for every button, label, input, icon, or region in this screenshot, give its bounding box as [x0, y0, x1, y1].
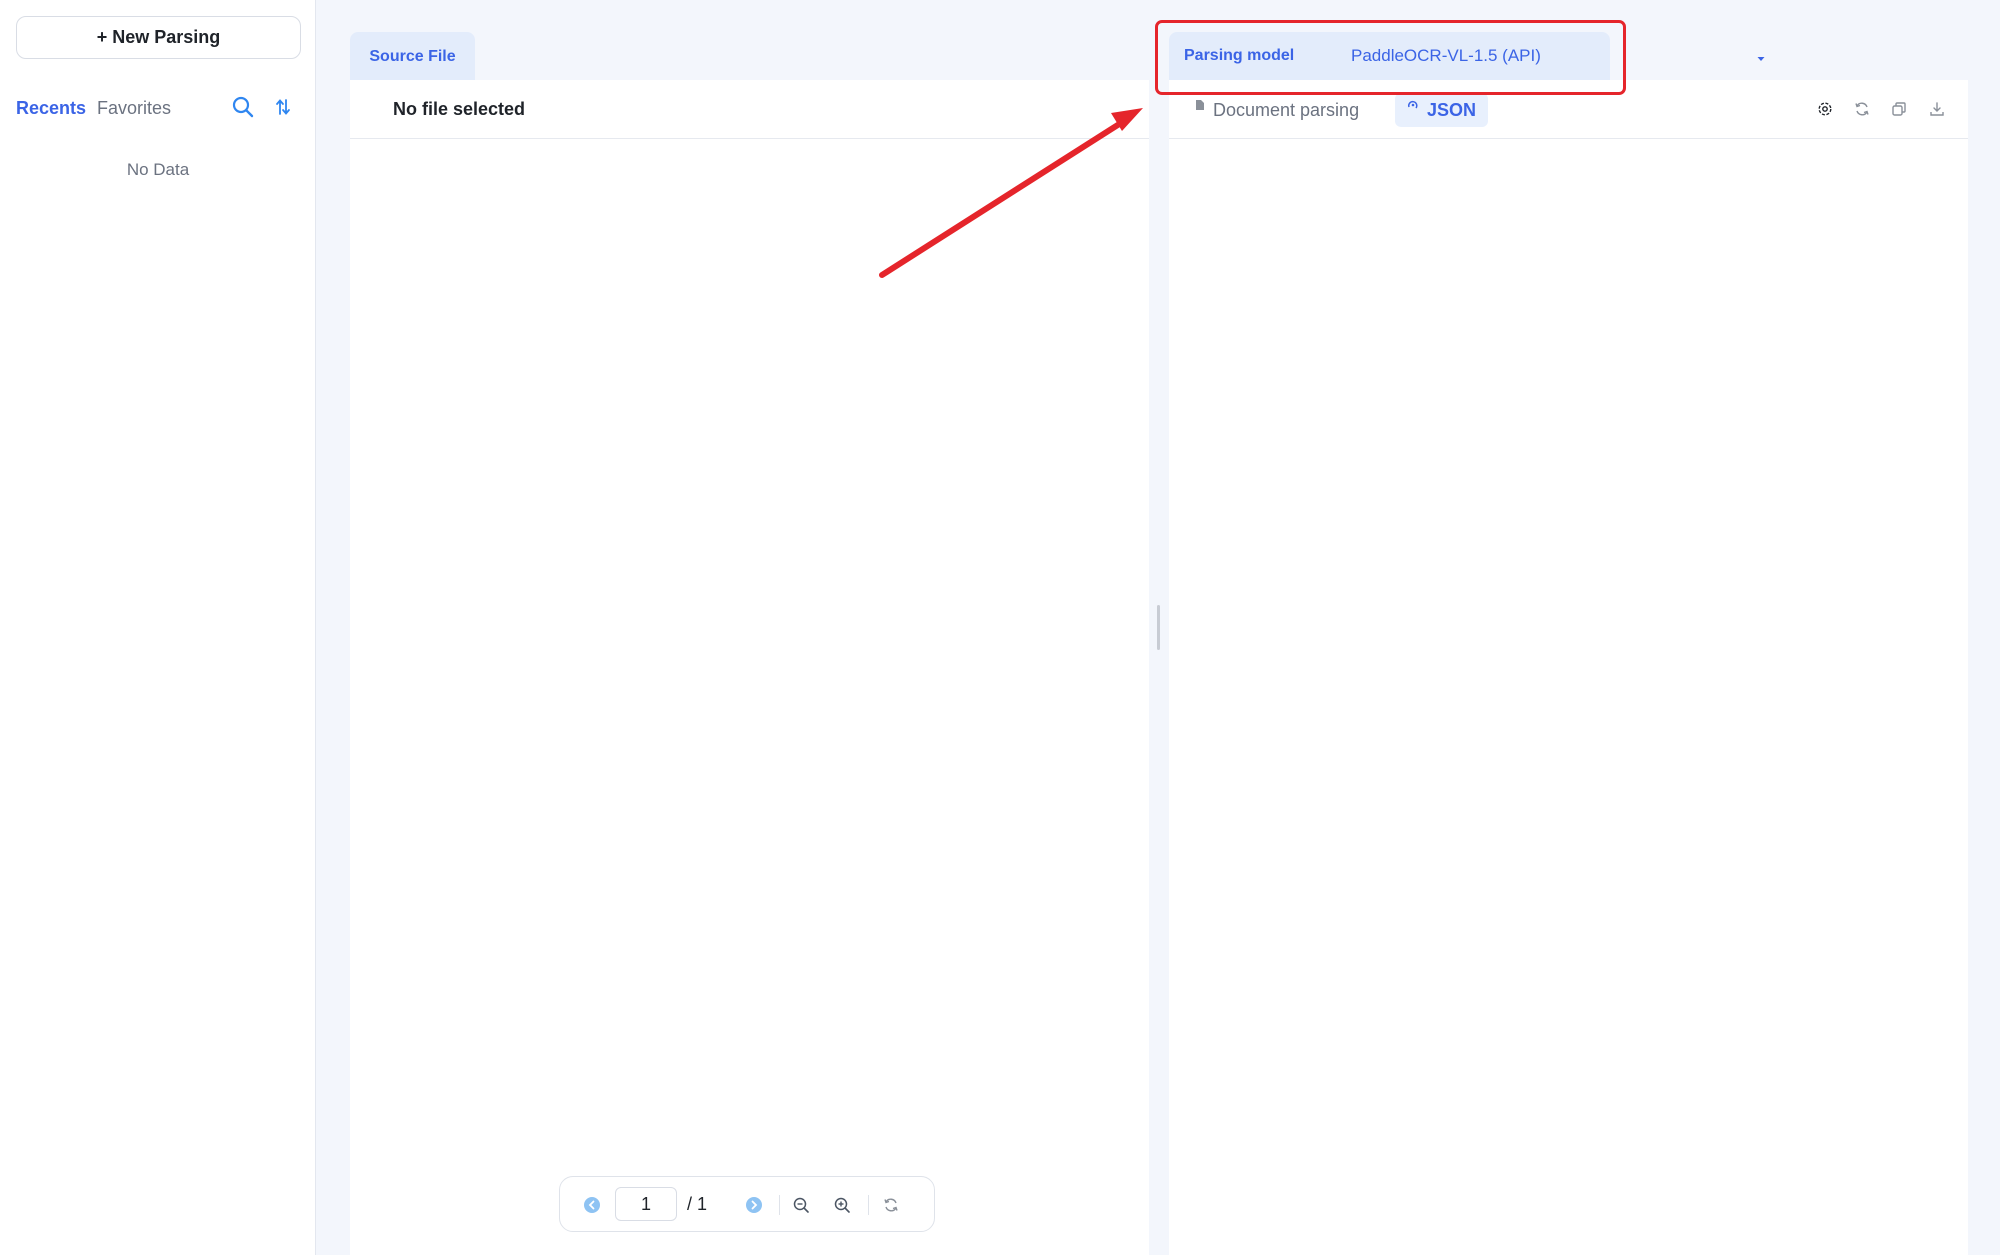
panel-resize-handle[interactable]	[1157, 605, 1160, 650]
json-icon	[1407, 95, 1419, 116]
tab-source-file[interactable]: Source File	[350, 32, 475, 81]
tab-json-label: JSON	[1427, 99, 1477, 120]
new-parsing-button[interactable]: + New Parsing	[16, 16, 301, 59]
settings-icon[interactable]	[1814, 98, 1836, 120]
sidebar-tabs: Recents Favorites	[16, 97, 182, 119]
tab-favorites[interactable]: Favorites	[97, 98, 171, 119]
next-page-icon[interactable]	[743, 1194, 765, 1216]
document-icon	[1195, 95, 1205, 116]
tab-json[interactable]: JSON	[1395, 93, 1489, 127]
tab-document-parsing-label: Document parsing	[1213, 99, 1360, 120]
copy-icon[interactable]	[1888, 98, 1910, 120]
tab-recents[interactable]: Recents	[16, 98, 86, 119]
zoom-out-icon[interactable]	[790, 1194, 812, 1216]
pagination-bar: / 1	[559, 1176, 935, 1232]
reset-icon[interactable]	[880, 1194, 902, 1216]
parsing-model-select[interactable]: PaddleOCR-VL-1.5 (API)	[1351, 32, 1765, 81]
refresh-icon[interactable]	[1851, 98, 1873, 120]
zoom-in-icon[interactable]	[831, 1194, 853, 1216]
source-file-title: No file selected	[350, 80, 1149, 139]
pager-divider	[779, 1195, 780, 1215]
empty-state-text: No Data	[126, 160, 190, 179]
result-panel: Document parsing JSON	[1169, 80, 1968, 1255]
search-icon[interactable]	[230, 94, 256, 120]
parsing-model-value: PaddleOCR-VL-1.5 (API)	[1351, 46, 1541, 65]
page-total: / 1	[687, 1194, 708, 1214]
parsing-model-label: Parsing model	[1184, 47, 1295, 64]
download-icon[interactable]	[1926, 98, 1948, 120]
source-panel: No file selected / 1	[350, 80, 1149, 1255]
tab-document-parsing[interactable]: Document parsing	[1195, 93, 1359, 127]
parsing-model-bar: Parsing model PaddleOCR-VL-1.5 (API)	[1169, 32, 1765, 81]
sidebar: + New Parsing Recents Favorites No Data	[0, 0, 316, 1255]
pager-divider	[868, 1195, 869, 1215]
chevron-down-icon	[1756, 51, 1766, 69]
sort-icon[interactable]	[270, 94, 296, 120]
prev-page-icon[interactable]	[581, 1194, 603, 1216]
page-number-input[interactable]	[615, 1187, 677, 1221]
result-toolbar: Document parsing JSON	[1169, 80, 1968, 139]
